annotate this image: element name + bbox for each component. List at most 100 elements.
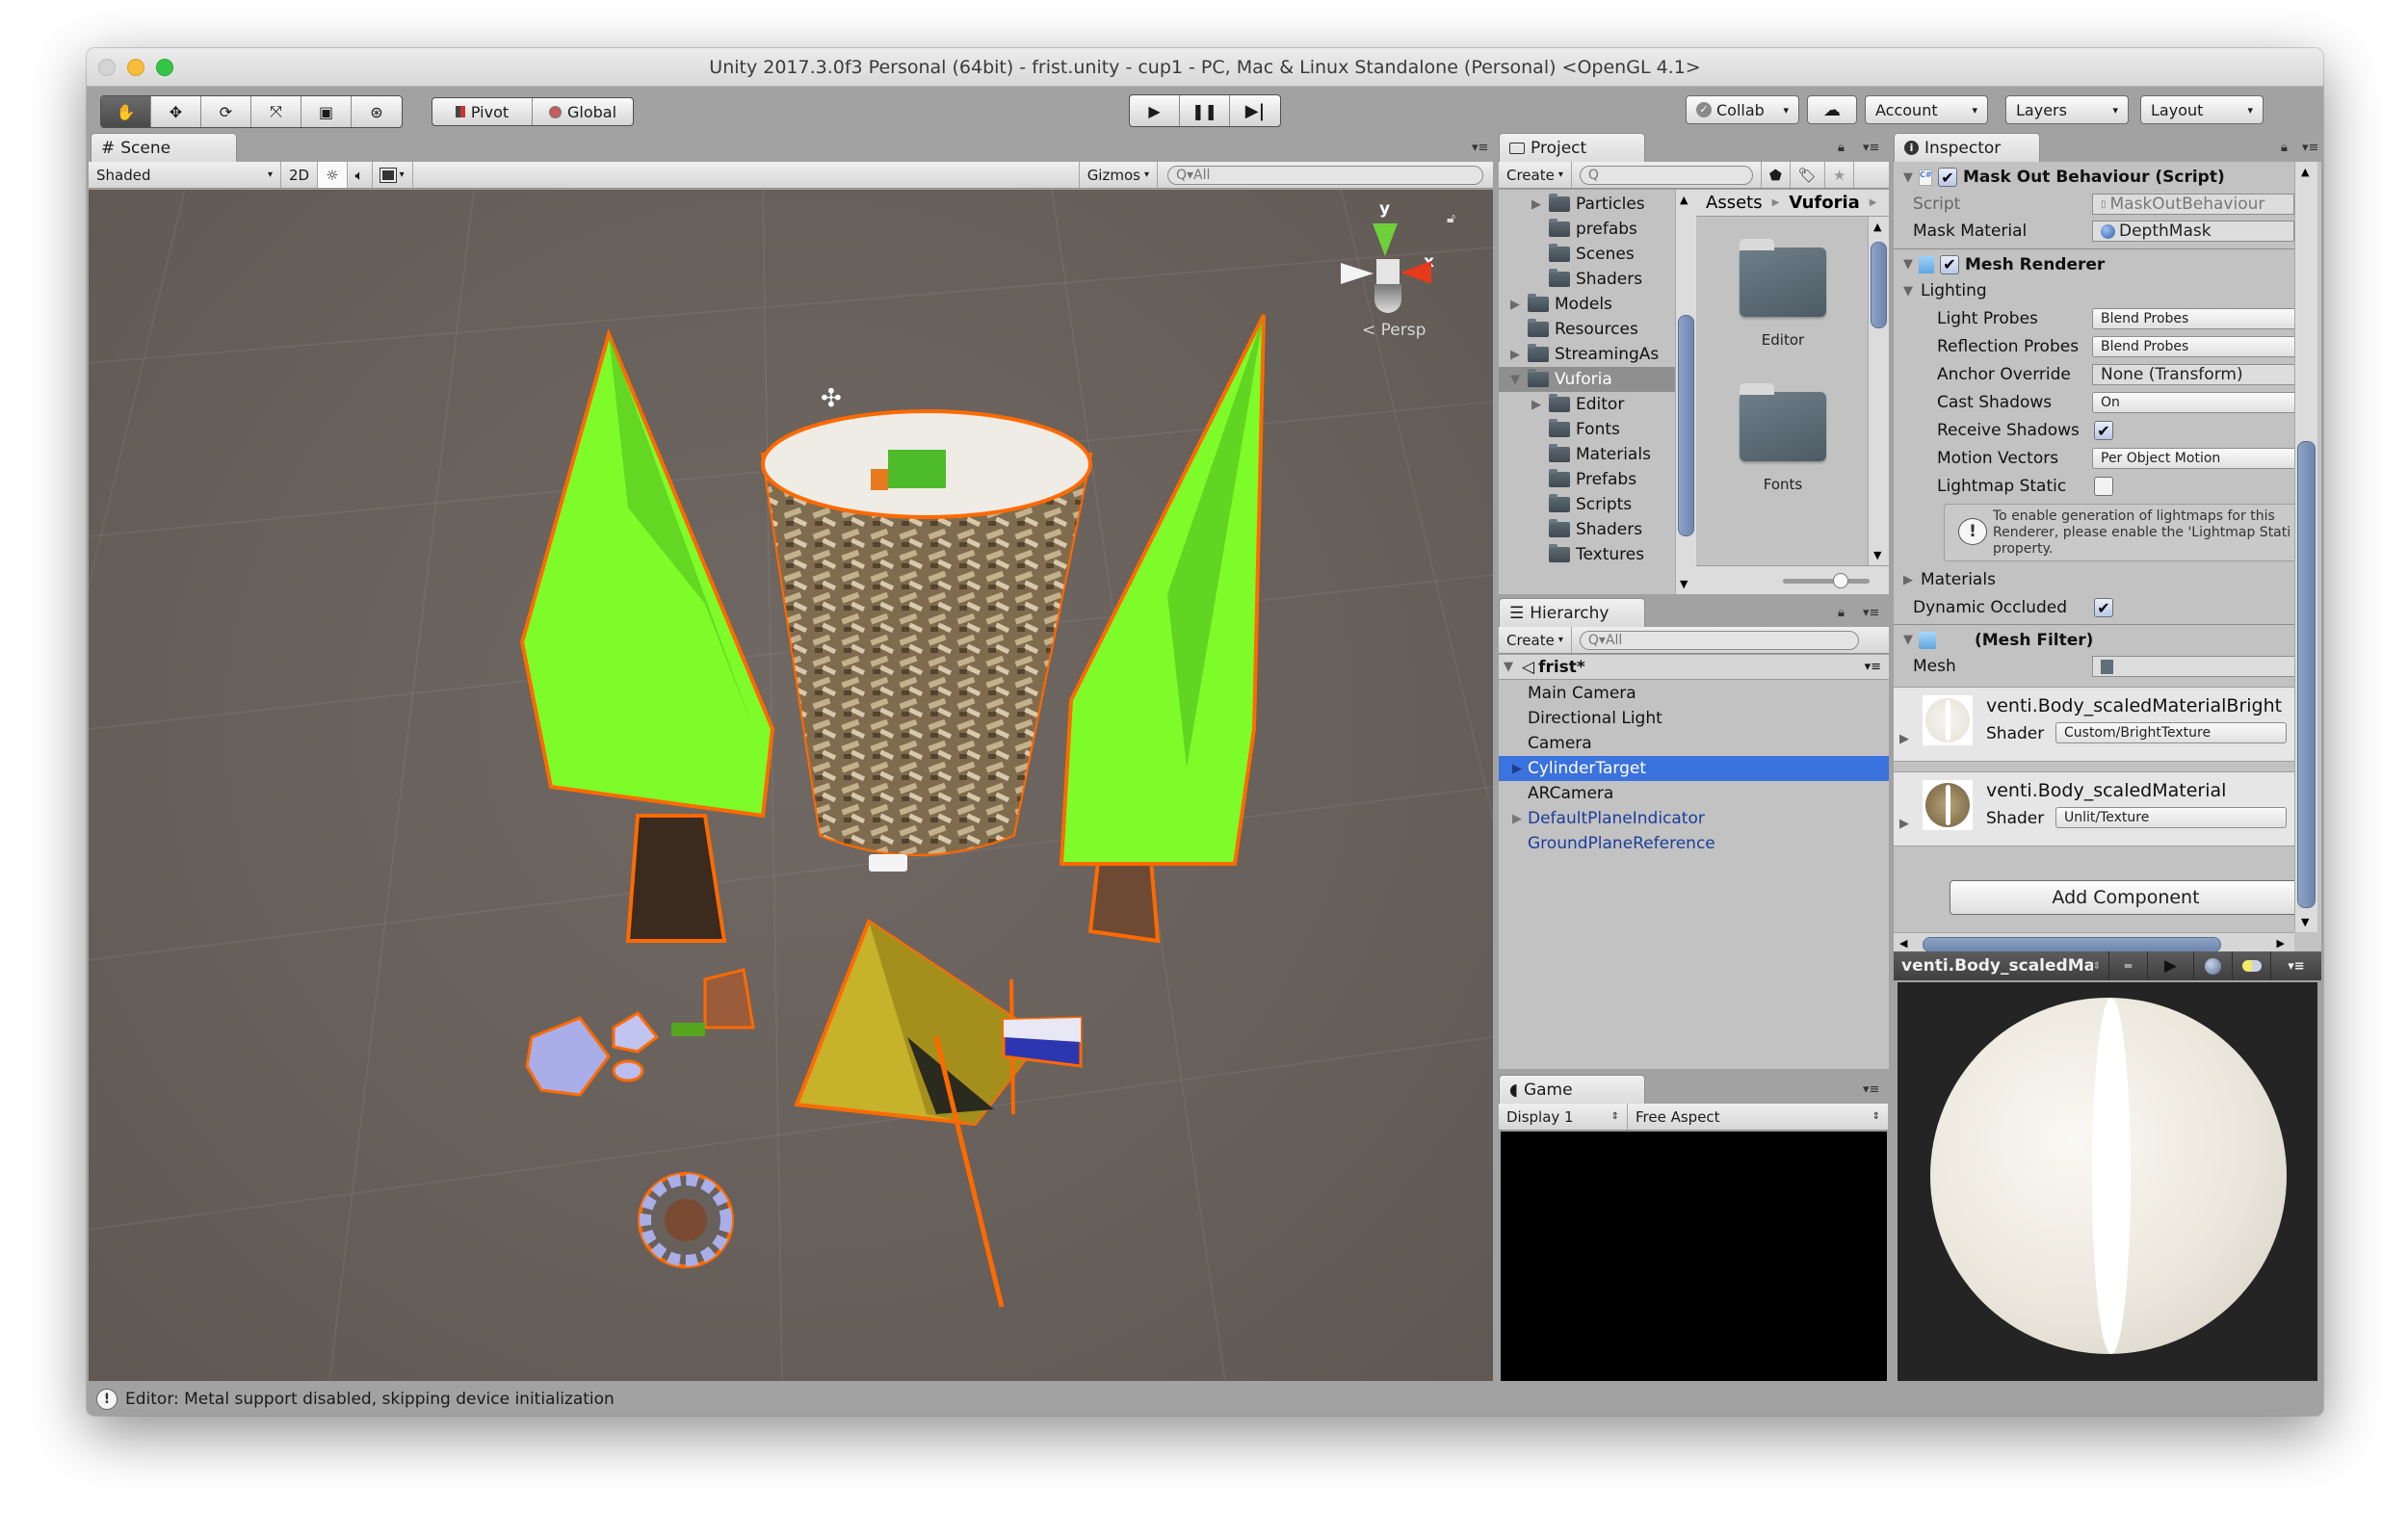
mesh-field[interactable]	[2092, 656, 2304, 677]
pivot-button[interactable]: Pivot	[432, 98, 533, 125]
hierarchy-item[interactable]: GroundPlaneReference	[1499, 831, 1889, 856]
scale-tool-button[interactable]: ⤧	[251, 96, 301, 127]
scroll-down-arrow[interactable]: ▼	[1680, 578, 1688, 590]
hierarchy-item[interactable]: Directional Light	[1499, 706, 1889, 731]
filter-by-label-button[interactable]: 🏷︎	[1791, 162, 1825, 188]
aspect-dropdown[interactable]: Free Aspect ⇕	[1628, 1104, 1889, 1130]
scene-viewport[interactable]: ✣ y x 🔓︎ < Persp	[89, 190, 1493, 1381]
play-button[interactable]: ▶	[1130, 95, 1180, 126]
scroll-up-arrow[interactable]: ▲	[2301, 166, 2309, 178]
preview-mesh-button[interactable]	[2194, 951, 2233, 980]
audio-toggle[interactable]: 🔈︎	[348, 162, 373, 188]
receive-shadows-checkbox[interactable]: ✔	[2094, 421, 2113, 440]
preview-lights-button[interactable]	[2233, 951, 2271, 980]
breadcrumb-assets[interactable]: Assets	[1706, 193, 1763, 213]
project-folder-item[interactable]: Prefabs	[1499, 467, 1675, 492]
preview-play-button[interactable]: ▶	[2148, 951, 2194, 980]
hierarchy-create-dropdown[interactable]: Create ▾	[1499, 627, 1572, 653]
scroll-down-arrow[interactable]: ▼	[2301, 916, 2309, 928]
project-create-dropdown[interactable]: Create ▾	[1499, 162, 1572, 188]
add-component-button[interactable]: Add Component	[1950, 880, 2302, 915]
shader-dropdown[interactable]: Unlit/Texture	[2055, 807, 2287, 828]
step-button[interactable]: ▶|	[1230, 95, 1280, 126]
fold-closed-icon[interactable]: ▶	[1899, 732, 1909, 746]
scroll-right-arrow[interactable]: ▶	[2277, 937, 2285, 950]
tab-scene[interactable]: # Scene	[91, 133, 237, 162]
panel-menu-icon[interactable]: ▾≡	[2302, 141, 2318, 155]
project-folder-item[interactable]: ▶ StreamingAs	[1499, 342, 1675, 367]
preview-object-dropdown[interactable]: venti.Body_scaledMate ⇕	[1894, 951, 2109, 980]
hierarchy-item[interactable]: Main Camera	[1499, 681, 1889, 706]
hierarchy-item[interactable]: ▶ CylinderTarget	[1499, 756, 1889, 781]
mask-out-enabled-checkbox[interactable]: ✔	[1938, 168, 1957, 187]
lock-icon[interactable]: 🔒︎	[2281, 141, 2288, 155]
effects-dropdown[interactable]: ▾	[373, 162, 413, 188]
preview-drag-handle[interactable]: ═	[2109, 951, 2148, 980]
dynamic-occluded-checkbox[interactable]: ✔	[2094, 598, 2113, 617]
lock-icon[interactable]: 🔓︎	[1447, 211, 1455, 226]
shading-mode-dropdown[interactable]: Shaded ▾	[89, 162, 281, 188]
folder-icon-fonts[interactable]	[1740, 383, 1826, 461]
mesh-renderer-enabled-checkbox[interactable]: ✔	[1940, 254, 1959, 274]
filter-by-type-button[interactable]: ⬟	[1760, 162, 1791, 188]
mask-out-component-header[interactable]: ▼ C# ✔ Mask Out Behaviour (Script)	[1894, 162, 2294, 193]
lock-icon[interactable]: 🔒︎	[1838, 606, 1845, 620]
tab-project[interactable]: Project	[1499, 133, 1645, 162]
layers-dropdown[interactable]: Layers ▾	[2005, 95, 2129, 124]
fold-closed-icon[interactable]: ▶	[1499, 812, 1528, 826]
lock-icon[interactable]: 🔒︎	[1838, 141, 1845, 155]
panel-menu-icon[interactable]: ▾≡	[1863, 606, 1879, 620]
project-grid-scroll-thumb[interactable]	[1871, 242, 1887, 328]
grid-item-editor[interactable]: Editor	[1725, 331, 1841, 349]
material-preview[interactable]	[1898, 982, 2317, 1381]
inspector-scroll-thumb[interactable]	[2297, 441, 2316, 908]
scroll-down-arrow[interactable]: ▼	[1873, 549, 1881, 561]
panel-menu-icon[interactable]: ▾≡	[1472, 141, 1488, 155]
game-view[interactable]	[1501, 1132, 1887, 1381]
gizmos-dropdown[interactable]: Gizmos ▾	[1078, 162, 1158, 188]
2d-toggle[interactable]: 2D	[281, 162, 319, 188]
project-folder-item[interactable]: ▶ Editor	[1499, 392, 1675, 417]
project-folder-item[interactable]: Shaders	[1499, 267, 1675, 292]
reflection-probes-dropdown[interactable]: Blend Probes	[2092, 336, 2304, 357]
tab-inspector[interactable]: i Inspector	[1894, 133, 2040, 162]
scroll-up-arrow[interactable]: ▲	[1680, 194, 1688, 206]
folder-icon-editor[interactable]	[1740, 239, 1826, 317]
rotate-tool-button[interactable]: ⟳	[201, 96, 251, 127]
scene-menu-icon[interactable]: ▾≡	[1865, 660, 1881, 674]
project-folder-item[interactable]: Fonts	[1499, 417, 1675, 442]
rect-tool-button[interactable]: ▣	[301, 96, 352, 127]
project-folder-item[interactable]: ▼ Vuforia	[1499, 367, 1675, 392]
icon-size-slider-handle[interactable]	[1833, 573, 1848, 588]
scene-search-input[interactable]: Q▾All	[1167, 165, 1483, 185]
pause-button[interactable]: ❚❚	[1180, 95, 1230, 126]
status-bar[interactable]: ! Editor: Metal support disabled, skippi…	[87, 1383, 2323, 1416]
project-tree-scrollbar[interactable]: ▲ ▼	[1675, 190, 1696, 594]
breadcrumb-vuforia[interactable]: Vuforia	[1789, 193, 1860, 213]
hierarchy-item[interactable]: Camera	[1499, 731, 1889, 756]
project-search-input[interactable]: Q	[1579, 165, 1753, 185]
scene-header-row[interactable]: ▼ ◁ frist* ▾≡	[1499, 655, 1889, 680]
project-folder-item[interactable]: Scenes	[1499, 242, 1675, 267]
project-tree-scroll-thumb[interactable]	[1678, 315, 1694, 536]
display-dropdown[interactable]: Display 1 ⇕	[1499, 1104, 1628, 1130]
fold-open-icon[interactable]: ▼	[1508, 373, 1522, 387]
tab-hierarchy[interactable]: ☰ Hierarchy	[1499, 598, 1645, 627]
move-tool-button[interactable]: ✥	[151, 96, 201, 127]
project-folder-item[interactable]: ▶ Models	[1499, 292, 1675, 317]
account-dropdown[interactable]: Account ▾	[1865, 95, 1988, 124]
motion-vectors-dropdown[interactable]: Per Object Motion	[2092, 448, 2304, 469]
project-folder-item[interactable]: Shaders	[1499, 517, 1675, 542]
fold-closed-icon[interactable]: ▶	[1508, 348, 1522, 362]
hierarchy-item[interactable]: ARCamera	[1499, 781, 1889, 806]
materials-foldout[interactable]: ▶ Materials	[1903, 566, 1996, 593]
anchor-override-field[interactable]: None (Transform)	[2092, 364, 2304, 385]
fold-closed-icon[interactable]: ▶	[1530, 197, 1543, 212]
inspector-scrollbar[interactable]: ▲ ▼	[2294, 162, 2317, 932]
project-folder-item[interactable]: Scripts	[1499, 492, 1675, 517]
project-folder-item[interactable]: Textures	[1499, 542, 1675, 567]
cloud-button[interactable]: ☁	[1807, 95, 1857, 124]
mesh-filter-component-header[interactable]: ▼ (Mesh Filter)	[1894, 624, 2294, 655]
inspector-h-scroll-thumb[interactable]	[1923, 937, 2221, 952]
hierarchy-search-input[interactable]: Q▾All	[1579, 630, 1859, 650]
